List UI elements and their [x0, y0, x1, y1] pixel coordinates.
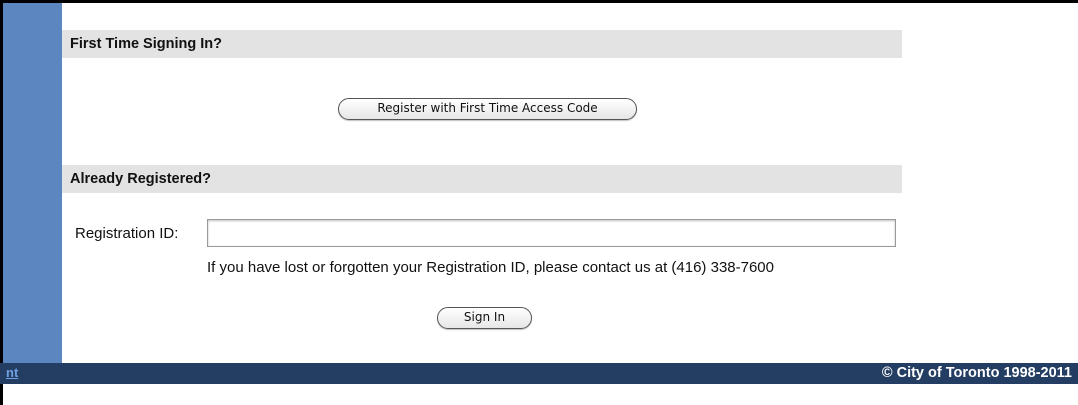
- window-top-border: [0, 0, 1078, 3]
- sign-in-button[interactable]: Sign In: [437, 307, 532, 329]
- first-time-section-heading: First Time Signing In?: [62, 30, 902, 58]
- register-button-label: Register with First Time Access Code: [377, 101, 598, 115]
- copyright-text: © City of Toronto 1998-2011: [881, 365, 1072, 381]
- left-sidebar-rail: [3, 3, 62, 363]
- registration-id-input[interactable]: [207, 219, 896, 247]
- registration-id-label: Registration ID:: [75, 225, 179, 242]
- lost-registration-help-text: If you have lost or forgotten your Regis…: [207, 259, 774, 276]
- already-registered-section-heading: Already Registered?: [62, 165, 902, 193]
- sign-in-button-label: Sign In: [463, 310, 506, 324]
- register-first-time-button[interactable]: Register with First Time Access Code: [338, 98, 637, 120]
- footer-bar: nt © City of Toronto 1998-2011: [0, 363, 1078, 384]
- already-registered-heading-text: Already Registered?: [70, 171, 212, 187]
- footer-link[interactable]: nt: [6, 365, 18, 380]
- first-time-heading-text: First Time Signing In?: [70, 36, 222, 52]
